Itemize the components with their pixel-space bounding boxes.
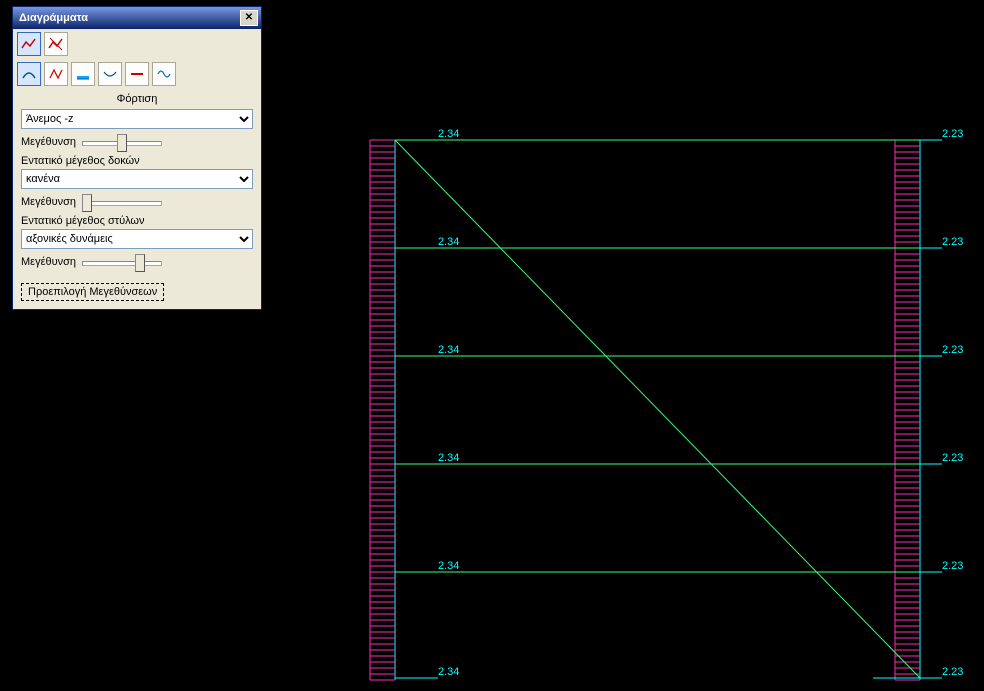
load-section: Φόρτιση Άνεμος -z Μεγέθυνση Εντατικό μέγ…: [13, 89, 261, 277]
diagram-mode-2-button[interactable]: [44, 32, 68, 56]
value-left-4: 2.34: [438, 560, 459, 572]
value-right-1: 2.23: [942, 236, 963, 248]
magnify-2-slider[interactable]: [82, 193, 162, 211]
beams-combo[interactable]: κανένα: [21, 169, 253, 189]
diagrams-dialog: Διαγράμματα ✕ Φόρτιση Άν: [12, 6, 262, 310]
axial-diagram-button[interactable]: [71, 62, 95, 86]
dialog-titlebar[interactable]: Διαγράμματα ✕: [13, 7, 261, 29]
preset-magnifications-button[interactable]: Προεπιλογή Μεγεθύνσεων: [21, 283, 164, 301]
dialog-title: Διαγράμματα: [19, 12, 88, 24]
value-left-1: 2.34: [438, 236, 459, 248]
value-right-3: 2.23: [942, 452, 963, 464]
envelope-button[interactable]: [152, 62, 176, 86]
moment-diagram-button[interactable]: [17, 62, 41, 86]
magnify-2-label: Μεγέθυνση: [21, 196, 76, 208]
value-right-4: 2.23: [942, 560, 963, 572]
value-left-0: 2.34: [438, 128, 459, 140]
value-left-5: 2.34: [438, 666, 459, 678]
value-right-5: 2.23: [942, 666, 963, 678]
close-button[interactable]: ✕: [240, 10, 258, 26]
magnify-3-label: Μεγέθυνση: [21, 256, 76, 268]
beams-label: Εντατικό μέγεθος δοκών: [21, 155, 253, 167]
magnify-2-thumb[interactable]: [82, 194, 92, 212]
diagram-mode-1-button[interactable]: [17, 32, 41, 56]
value-right-2: 2.23: [942, 344, 963, 356]
magnify-1-label: Μεγέθυνση: [21, 136, 76, 148]
deflection-button[interactable]: [98, 62, 122, 86]
value-left-3: 2.34: [438, 452, 459, 464]
magnify-1-thumb[interactable]: [117, 134, 127, 152]
shear-diagram-button[interactable]: [44, 62, 68, 86]
magnify-1-slider[interactable]: [82, 133, 162, 151]
columns-label: Εντατικό μέγεθος στύλων: [21, 215, 253, 227]
magnify-3-slider[interactable]: [82, 253, 162, 271]
reactions-button[interactable]: [125, 62, 149, 86]
load-combo[interactable]: Άνεμος -z: [21, 109, 253, 129]
load-section-title: Φόρτιση: [21, 93, 253, 105]
magnify-3-thumb[interactable]: [135, 254, 145, 272]
value-left-2: 2.34: [438, 344, 459, 356]
value-right-0: 2.23: [942, 128, 963, 140]
toolbar-row-1: [13, 29, 261, 59]
columns-combo[interactable]: αξονικές δυνάμεις: [21, 229, 253, 249]
toolbar-row-2: [13, 59, 261, 89]
